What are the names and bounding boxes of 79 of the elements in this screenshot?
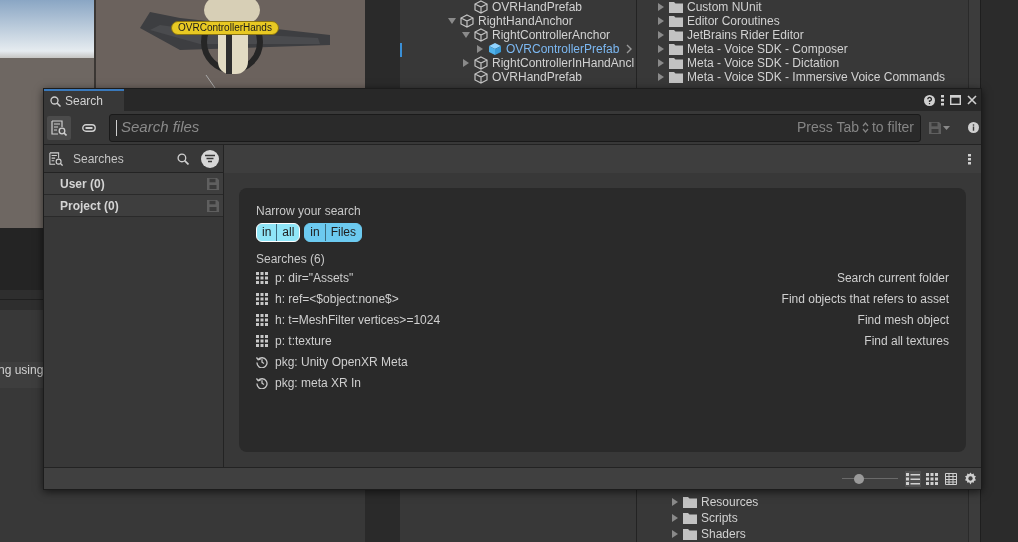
search-item[interactable]: p: dir="Assets" Search current folder <box>256 267 949 288</box>
cube-icon <box>474 28 488 42</box>
object-label: OVRControllerHands <box>171 21 279 35</box>
folder-icon <box>683 496 697 508</box>
grid-dots-icon <box>256 313 268 326</box>
search-tab[interactable]: Search <box>44 89 124 111</box>
sidebar-title: Searches <box>73 150 124 168</box>
search-item[interactable]: pkg: meta XR In <box>256 372 949 393</box>
search-group[interactable]: User (0) <box>44 173 223 195</box>
filter-hint: Press Tab to filter <box>797 118 914 137</box>
search-icon[interactable] <box>177 152 189 165</box>
info-icon[interactable] <box>968 122 979 133</box>
help-icon[interactable] <box>924 94 935 106</box>
search-query: h: ref=<$object:none$> <box>275 290 399 308</box>
history-icon <box>256 376 268 389</box>
search-item[interactable]: h: ref=<$object:none$> Find objects that refers to asset <box>256 288 949 309</box>
selection-marker <box>400 43 402 57</box>
search-item[interactable]: h: t=MeshFilter vertices>=1024 Find mesh object <box>256 309 949 330</box>
folder-icon <box>669 57 683 69</box>
search-query: p: t:texture <box>275 332 332 350</box>
chip-part: Files <box>324 224 362 241</box>
more-options-icon[interactable] <box>968 153 971 165</box>
search-description: Find all textures <box>864 332 949 350</box>
history-icon <box>256 355 268 368</box>
search-bar[interactable]: Search files Press Tab to filter <box>109 113 921 142</box>
toggle-icon <box>82 123 96 132</box>
search-icon <box>50 95 61 107</box>
search-item[interactable]: pkg: Unity OpenXR Meta <box>256 351 949 372</box>
search-description: Find objects that refers to asset <box>781 290 949 308</box>
search-list-icon <box>51 119 67 136</box>
grid-dots-icon <box>256 292 268 305</box>
folder-name[interactable]: Shaders <box>701 525 746 542</box>
search-description: Find mesh object <box>857 311 949 329</box>
filter-chip[interactable]: in all <box>256 223 301 242</box>
close-icon[interactable] <box>967 95 977 105</box>
folder-icon <box>669 71 683 83</box>
search-item[interactable]: p: t:texture Find all textures <box>256 330 949 351</box>
chip-part: in <box>261 224 273 241</box>
chip-part: in <box>309 224 321 241</box>
section-title: Narrow your search <box>256 204 362 218</box>
folder-icon <box>669 29 683 41</box>
dropdown-caret-icon <box>943 125 950 130</box>
folder-icon <box>683 528 697 540</box>
cube-icon <box>474 70 488 84</box>
search-description: Search current folder <box>836 269 949 287</box>
search-query: pkg: meta XR In <box>275 374 362 392</box>
folder-name[interactable]: Meta - Voice SDK - Immersive Voice Commands <box>687 68 946 86</box>
cube-icon <box>460 14 474 28</box>
folder-name[interactable]: Resources <box>701 493 759 511</box>
settings-icon[interactable] <box>964 472 977 485</box>
slider-thumb[interactable] <box>853 473 864 484</box>
cube-icon <box>474 56 488 70</box>
folder-icon <box>683 512 697 524</box>
chip-part: all <box>276 224 300 241</box>
saved-searches-button[interactable] <box>47 115 71 140</box>
search-list-icon <box>49 151 63 166</box>
search-query: h: t=MeshFilter vertices>=1024 <box>275 311 441 329</box>
hierarchy-item[interactable]: RightControllerInHandAncl <box>492 54 635 72</box>
folder-name[interactable]: Scripts <box>701 509 738 527</box>
filter-icon[interactable] <box>201 149 219 168</box>
filter-chip[interactable]: in Files <box>304 223 363 242</box>
search-field[interactable]: Search files <box>121 116 797 139</box>
folder-icon <box>669 43 683 55</box>
grid-dots-icon <box>256 271 268 284</box>
folder-icon <box>669 1 683 13</box>
folder-icon <box>669 15 683 27</box>
cube-icon <box>474 0 488 14</box>
save-search-button[interactable] <box>929 121 950 134</box>
search-query: pkg: Unity OpenXR Meta <box>275 353 408 371</box>
section-title: Searches (6) <box>256 252 326 266</box>
prefab-cube-icon <box>488 42 502 56</box>
chevron-right-icon[interactable] <box>626 44 632 54</box>
size-slider[interactable] <box>842 473 898 484</box>
tab-key-icon <box>862 122 869 133</box>
more-options-icon[interactable] <box>941 94 944 106</box>
maximize-icon[interactable] <box>950 95 961 105</box>
grid-dots-icon <box>256 334 268 347</box>
search-group[interactable]: Project (0) <box>44 195 223 217</box>
search-query: p: dir="Assets" <box>275 269 354 287</box>
